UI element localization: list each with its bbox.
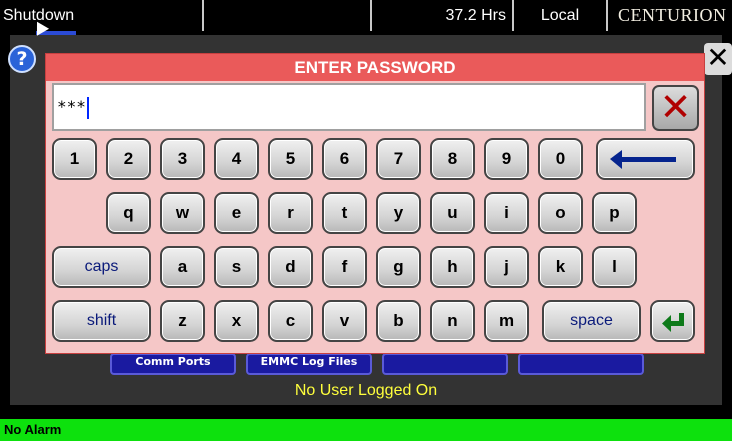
enter-button[interactable]: [650, 300, 695, 342]
key-y[interactable]: y: [376, 192, 421, 234]
clear-icon[interactable]: ✕: [652, 85, 699, 131]
help-icon[interactable]: ?: [8, 45, 36, 73]
key-0[interactable]: 0: [538, 138, 583, 180]
key-r[interactable]: r: [268, 192, 313, 234]
comm-ports-button[interactable]: Comm Ports: [110, 353, 236, 375]
control-mode: Local: [512, 0, 608, 31]
emmc-log-files-button[interactable]: EMMC Log Files: [246, 353, 372, 375]
key-l[interactable]: l: [592, 246, 637, 288]
key-7[interactable]: 7: [376, 138, 421, 180]
key-m[interactable]: m: [484, 300, 529, 342]
brand-logo: CENTURION: [606, 0, 732, 31]
top-status-bar: Shutdown 37.2 Hrs Local CENTURION: [0, 0, 732, 31]
key-8[interactable]: 8: [430, 138, 475, 180]
key-z[interactable]: z: [160, 300, 205, 342]
key-1[interactable]: 1: [52, 138, 97, 180]
key-g[interactable]: g: [376, 246, 421, 288]
left-arrow-icon: [610, 150, 676, 169]
key-i[interactable]: i: [484, 192, 529, 234]
user-login-status: No User Logged On: [294, 382, 438, 399]
password-value: ***: [57, 97, 86, 116]
key-9[interactable]: 9: [484, 138, 529, 180]
key-q[interactable]: q: [106, 192, 151, 234]
key-f[interactable]: f: [322, 246, 367, 288]
key-s[interactable]: s: [214, 246, 259, 288]
key-x[interactable]: x: [214, 300, 259, 342]
key-t[interactable]: t: [322, 192, 367, 234]
key-c[interactable]: c: [268, 300, 313, 342]
key-h[interactable]: h: [430, 246, 475, 288]
status-field-empty: [202, 0, 372, 31]
main-button-3[interactable]: [382, 353, 508, 375]
key-b[interactable]: b: [376, 300, 421, 342]
main-button-4[interactable]: [518, 353, 644, 375]
key-u[interactable]: u: [430, 192, 475, 234]
key-5[interactable]: 5: [268, 138, 313, 180]
password-input[interactable]: ***: [52, 83, 646, 131]
key-4[interactable]: 4: [214, 138, 259, 180]
key-3[interactable]: 3: [160, 138, 205, 180]
close-icon[interactable]: ✕: [704, 43, 732, 75]
run-hours: 37.2 Hrs: [370, 0, 514, 31]
dialog-title: ENTER PASSWORD: [46, 54, 704, 81]
shift-button[interactable]: shift: [52, 300, 151, 342]
key-v[interactable]: v: [322, 300, 367, 342]
enter-arrow-icon: [662, 313, 684, 332]
space-button[interactable]: space: [542, 300, 641, 342]
password-dialog: ENTER PASSWORD *** ✕ 1 2 3 4 5 6 7 8 9 0…: [45, 53, 705, 354]
key-e[interactable]: e: [214, 192, 259, 234]
key-6[interactable]: 6: [322, 138, 367, 180]
caps-button[interactable]: caps: [52, 246, 151, 288]
key-d[interactable]: d: [268, 246, 313, 288]
key-k[interactable]: k: [538, 246, 583, 288]
backspace-button[interactable]: [596, 138, 695, 180]
key-p[interactable]: p: [592, 192, 637, 234]
key-w[interactable]: w: [160, 192, 205, 234]
key-2[interactable]: 2: [106, 138, 151, 180]
alarm-status-bar: No Alarm: [0, 419, 732, 441]
key-a[interactable]: a: [160, 246, 205, 288]
text-caret: [86, 96, 89, 119]
key-j[interactable]: j: [484, 246, 529, 288]
key-n[interactable]: n: [430, 300, 475, 342]
key-o[interactable]: o: [538, 192, 583, 234]
